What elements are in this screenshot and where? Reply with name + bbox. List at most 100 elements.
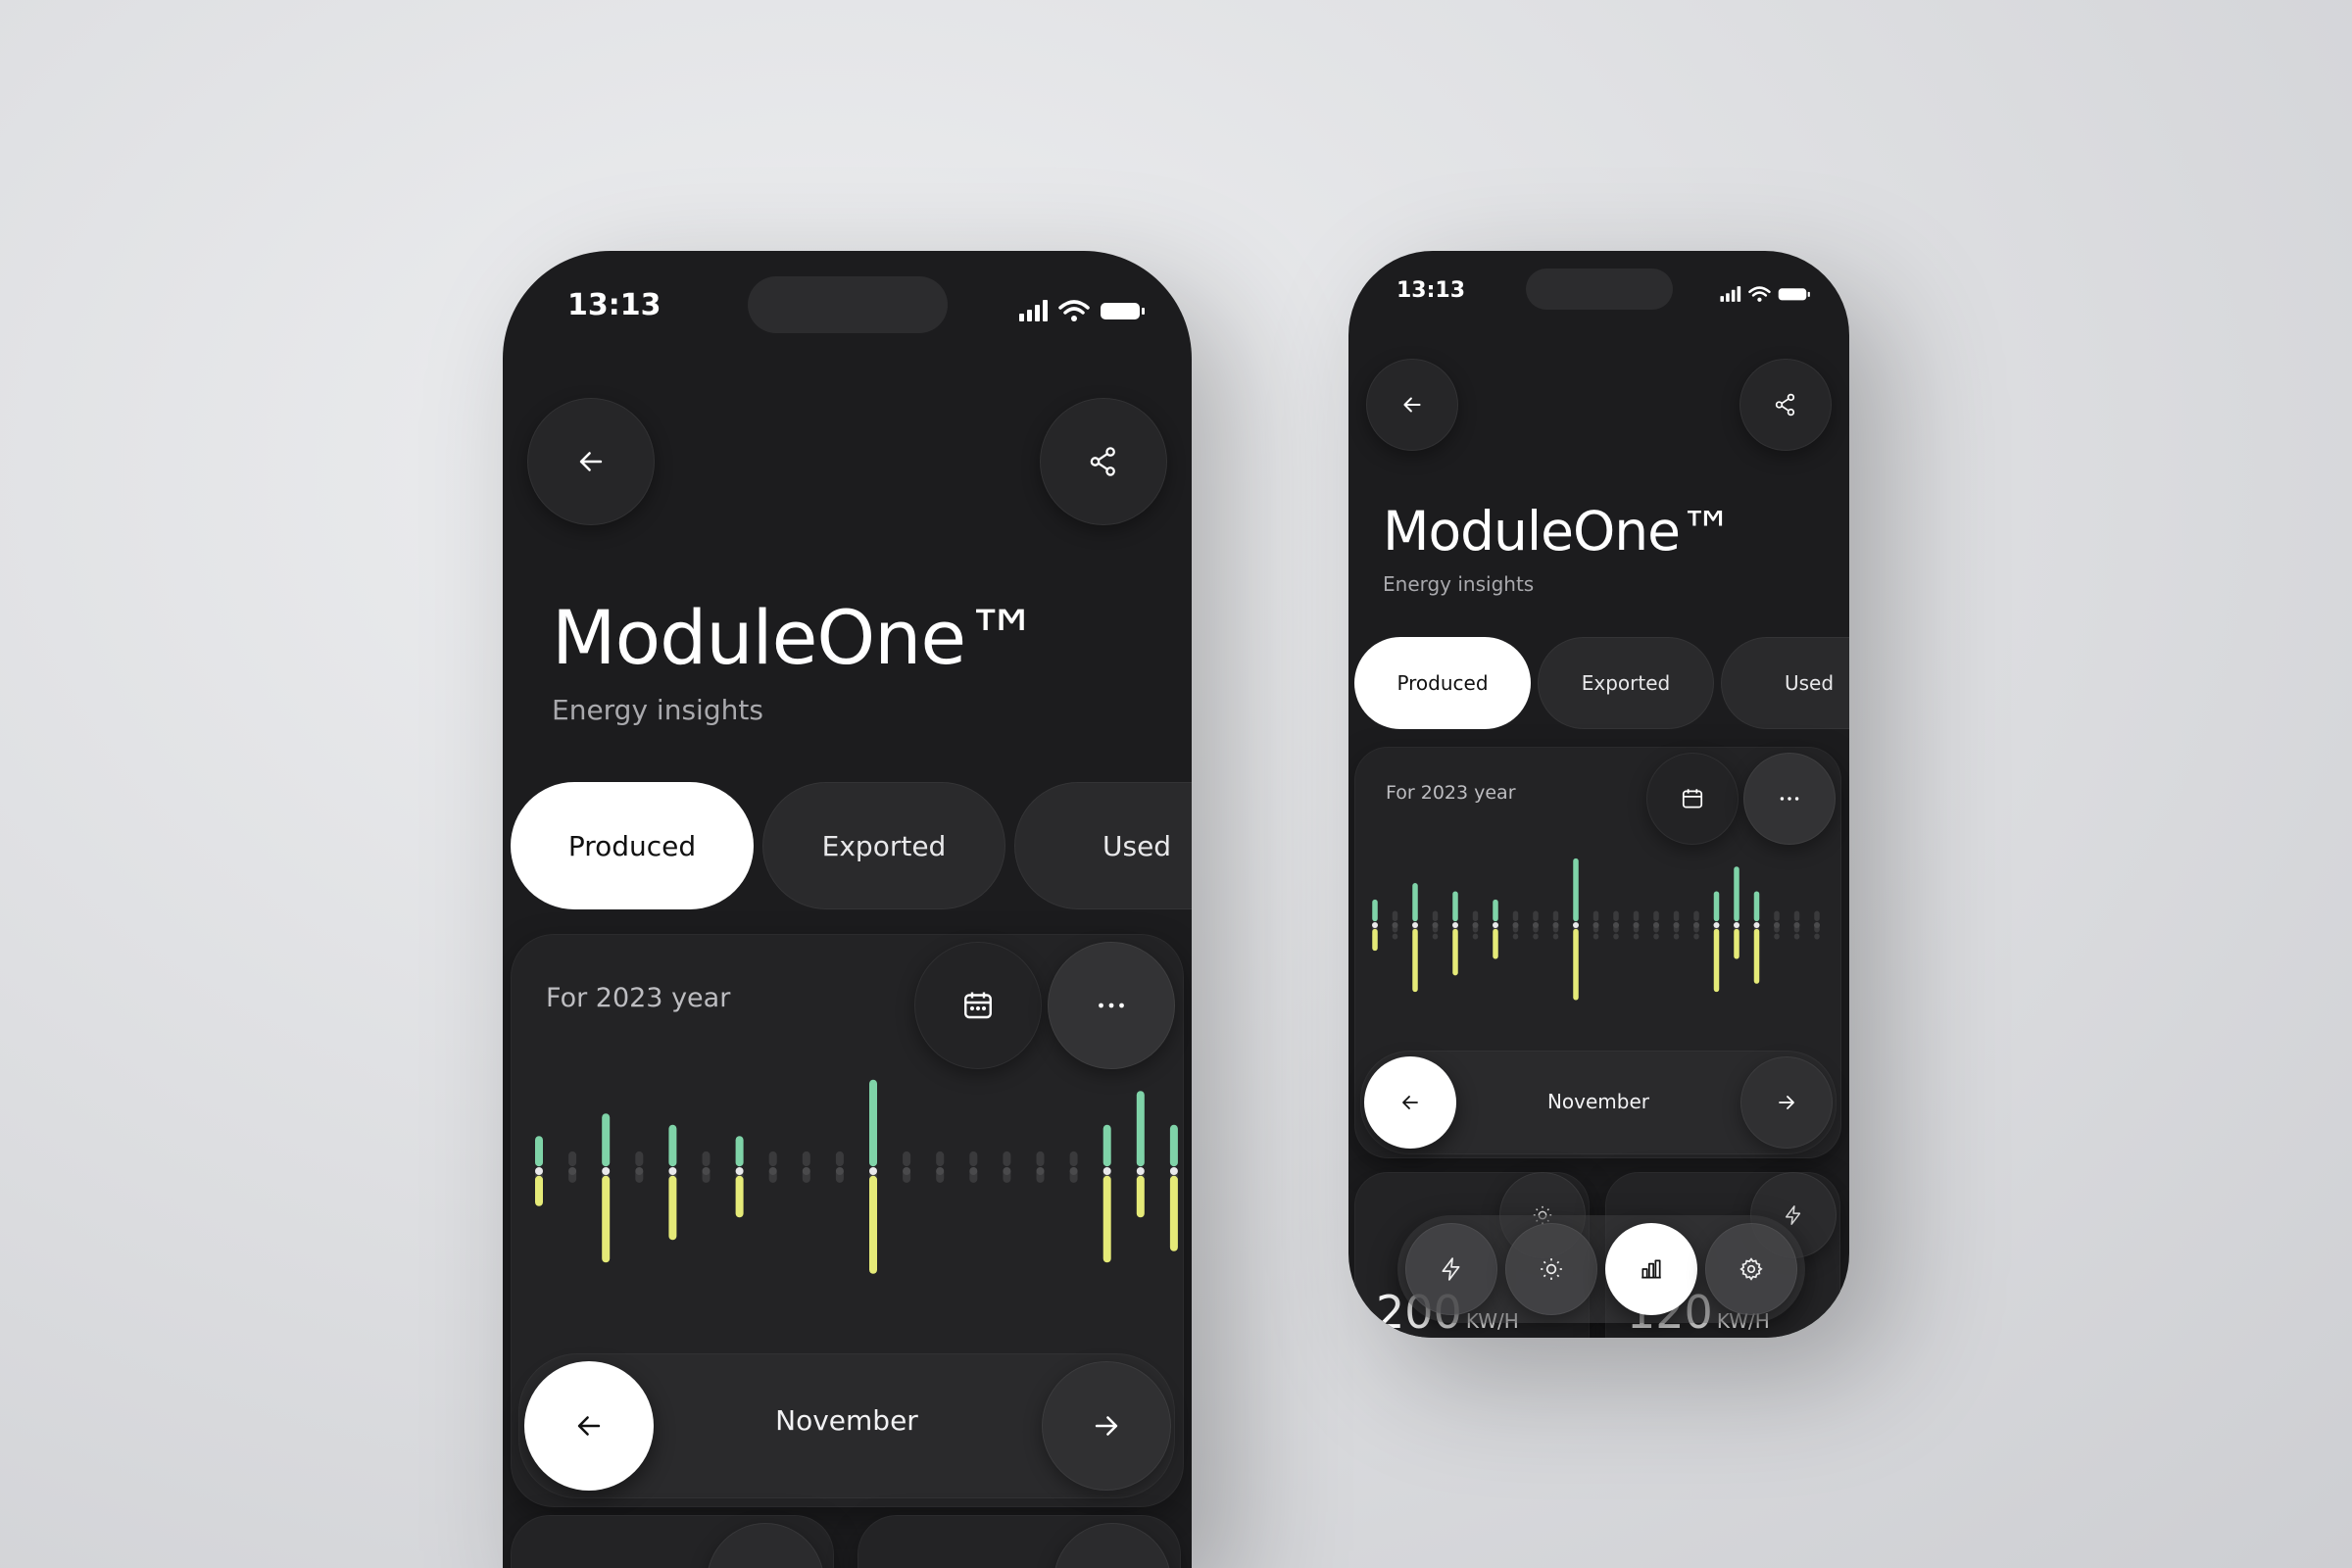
chart-point: [1493, 922, 1498, 928]
tab-exported[interactable]: Exported: [1538, 637, 1714, 729]
month-selector: November: [518, 1353, 1175, 1498]
chart-point: [1653, 922, 1659, 928]
chart-point: [1003, 1167, 1011, 1175]
chart-point: [969, 1167, 978, 1175]
page-title: ModuleOne™: [552, 594, 1040, 681]
chart-point: [1512, 922, 1519, 928]
arrow-right-icon: [1095, 1416, 1118, 1436]
stat-card-2: [858, 1515, 1181, 1568]
chart-point: [1713, 922, 1720, 928]
tab-bar-settings[interactable]: [1705, 1223, 1797, 1315]
chart-point: [1533, 922, 1539, 928]
chart-point: [735, 1167, 744, 1175]
bolt-button[interactable]: [1054, 1523, 1171, 1568]
chart-point: [1036, 1167, 1045, 1175]
more-icon: [1099, 1003, 1124, 1008]
chart-point: [1693, 922, 1699, 928]
chart-point: [1613, 922, 1619, 928]
card-label: For 2023 year: [546, 983, 731, 1013]
more-button[interactable]: [1743, 753, 1836, 845]
phone-large: 13:13 ModuleOne™ Energy insights Produce…: [503, 251, 1192, 1568]
arrow-left-icon: [1403, 397, 1421, 413]
chart-point: [1673, 922, 1680, 928]
chart-point: [1552, 922, 1559, 928]
chart-point: [1472, 922, 1479, 928]
calendar-icon: [964, 992, 992, 1019]
chart-point: [903, 1167, 911, 1175]
dynamic-island: [748, 276, 948, 333]
chart-point: [1573, 922, 1579, 928]
share-button[interactable]: [1740, 359, 1832, 451]
chart-point: [1592, 922, 1599, 928]
chart-point: [1793, 922, 1800, 928]
tab-bar-bolt[interactable]: [1405, 1223, 1497, 1315]
card-label: For 2023 year: [1386, 782, 1516, 804]
chart-point: [1774, 922, 1780, 928]
arrow-left-icon: [579, 452, 603, 471]
phone-small: 13:13 ModuleOne™ Energy insights Produce…: [1348, 251, 1849, 1338]
chart-point: [635, 1167, 644, 1175]
battery-icon: [1101, 303, 1145, 319]
status-icons: [1719, 284, 1817, 304]
chart-point: [1372, 922, 1378, 928]
chart-point: [1392, 922, 1398, 928]
tab-exported[interactable]: Exported: [762, 782, 1005, 909]
page-subtitle: Energy insights: [1383, 572, 1535, 596]
chart-point: [1734, 922, 1740, 928]
gear-icon: [1740, 1257, 1763, 1281]
page-subtitle: Energy insights: [552, 694, 763, 726]
chart-point: [602, 1167, 611, 1175]
signal-icon: [1019, 300, 1048, 321]
chart-point: [1069, 1167, 1078, 1175]
tab-produced[interactable]: Produced: [1354, 637, 1531, 729]
back-button[interactable]: [1366, 359, 1458, 451]
chart-point: [1814, 922, 1820, 928]
energy-chart: [535, 1079, 1178, 1274]
tab-used[interactable]: Used: [1721, 637, 1849, 729]
status-time: 13:13: [1396, 278, 1466, 303]
page-title: ModuleOne™: [1383, 500, 1734, 563]
back-button[interactable]: [527, 398, 655, 525]
stat-card-1: [511, 1515, 834, 1568]
energy-chart: [1372, 858, 1820, 1001]
tab-used[interactable]: Used: [1014, 782, 1192, 909]
chart-point: [768, 1167, 777, 1175]
chart-point: [535, 1167, 543, 1175]
chart-point: [1432, 922, 1439, 928]
lightning-icon: [1442, 1257, 1460, 1281]
tab-bar-sun[interactable]: [1505, 1223, 1597, 1315]
chart-point: [702, 1167, 710, 1175]
chart-point: [869, 1167, 877, 1175]
next-month-button[interactable]: [1042, 1361, 1171, 1491]
more-button[interactable]: [1048, 942, 1175, 1069]
bottom-tab-bar: [1397, 1215, 1805, 1323]
chart-point: [1753, 922, 1760, 928]
bar-chart-icon: [1642, 1259, 1661, 1279]
chart-point: [1452, 922, 1458, 928]
next-month-button[interactable]: [1740, 1056, 1833, 1149]
chart-point: [1633, 922, 1640, 928]
tab-produced[interactable]: Produced: [511, 782, 754, 909]
share-icon: [1775, 393, 1795, 416]
calendar-button[interactable]: [914, 942, 1042, 1069]
chart-card: For 2023 year November: [1354, 747, 1841, 1158]
lightning-icon: [1785, 1205, 1801, 1225]
share-icon: [1090, 447, 1115, 476]
chart-point: [1412, 922, 1418, 928]
calendar-button[interactable]: [1646, 753, 1739, 845]
month-selector: November: [1360, 1051, 1837, 1154]
more-icon: [1780, 797, 1799, 801]
share-button[interactable]: [1040, 398, 1167, 525]
wifi-icon: [1058, 300, 1090, 315]
chart-point: [936, 1167, 945, 1175]
sun-button[interactable]: [707, 1523, 824, 1568]
calendar-icon: [1682, 789, 1703, 808]
chart-point: [1102, 1167, 1111, 1175]
status-icons: [1017, 298, 1154, 323]
tab-bar-chart[interactable]: [1605, 1223, 1697, 1315]
chart-point: [568, 1167, 577, 1175]
chart-point: [668, 1167, 677, 1175]
chart-point: [835, 1167, 844, 1175]
arrow-right-icon: [1779, 1096, 1794, 1109]
status-time: 13:13: [567, 288, 662, 322]
